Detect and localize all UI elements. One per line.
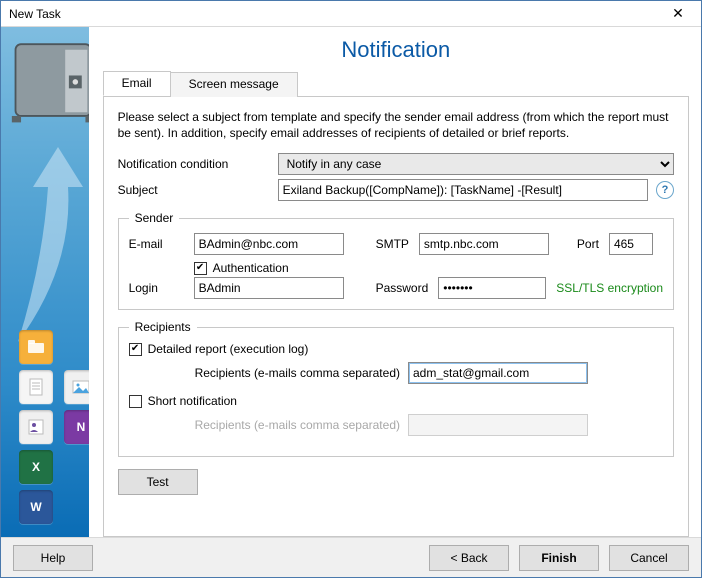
document-icon <box>19 370 53 404</box>
main-panel: Notification Email Screen message Please… <box>89 27 701 537</box>
close-button[interactable]: ✕ <box>655 1 701 26</box>
login-input[interactable] <box>194 277 344 299</box>
condition-label: Notification condition <box>118 157 278 171</box>
sender-fieldset: Sender E-mail SMTP Port ✔ Authentication <box>118 211 674 310</box>
subject-label: Subject <box>118 183 278 197</box>
subject-input[interactable] <box>278 179 648 201</box>
sidebar-icons: N X W <box>15 327 89 527</box>
checkbox-checked-icon: ✔ <box>194 262 207 275</box>
subject-help-icon[interactable]: ? <box>656 181 674 199</box>
dialog-window: New Task ✕ N X W <box>0 0 702 578</box>
auth-checkbox[interactable]: ✔ Authentication <box>194 261 663 275</box>
short-notification-checkbox[interactable]: Short notification <box>129 394 663 408</box>
back-button[interactable]: < Back <box>429 545 509 571</box>
recipients-legend: Recipients <box>129 320 197 334</box>
description-text: Please select a subject from template an… <box>118 109 674 141</box>
detailed-report-label: Detailed report (execution log) <box>148 342 309 356</box>
titlebar: New Task ✕ <box>1 1 701 27</box>
short-recipients-label: Recipients (e-mails comma separated) <box>195 418 400 432</box>
password-label: Password <box>376 281 429 295</box>
login-label: Login <box>129 281 184 295</box>
port-label: Port <box>577 237 599 251</box>
svg-text:W: W <box>30 500 42 514</box>
ssl-indicator: SSL/TLS encryption <box>556 281 663 295</box>
contacts-icon <box>19 410 53 444</box>
swoosh-arrow-icon <box>13 147 89 347</box>
short-notification-label: Short notification <box>148 394 237 408</box>
cancel-button[interactable]: Cancel <box>609 545 689 571</box>
detailed-recipients-input[interactable] <box>408 362 588 384</box>
row-condition: Notification condition Notify in any cas… <box>118 153 674 175</box>
dialog-body: N X W Notification Email Screen message … <box>1 27 701 537</box>
close-icon: ✕ <box>672 5 684 22</box>
smtp-input[interactable] <box>419 233 549 255</box>
tab-panel-email: Please select a subject from template an… <box>103 97 689 537</box>
password-input[interactable] <box>438 277 546 299</box>
smtp-label: SMTP <box>376 237 409 251</box>
folder-network-icon <box>19 330 53 364</box>
tab-email[interactable]: Email <box>103 71 171 96</box>
tabs: Email Screen message <box>103 71 689 97</box>
port-input[interactable] <box>609 233 653 255</box>
excel-icon: X <box>19 450 53 484</box>
help-button[interactable]: Help <box>13 545 93 571</box>
detailed-report-checkbox[interactable]: ✔ Detailed report (execution log) <box>129 342 663 356</box>
short-recipients-input <box>408 414 588 436</box>
checkbox-unchecked-icon <box>129 395 142 408</box>
dialog-footer: Help < Back Finish Cancel <box>1 537 701 577</box>
checkbox-checked-icon: ✔ <box>129 343 142 356</box>
onenote-icon: N <box>64 410 88 444</box>
page-title: Notification <box>103 37 689 63</box>
sidebar-illustration: N X W <box>1 27 89 537</box>
sender-email-label: E-mail <box>129 237 184 251</box>
finish-button[interactable]: Finish <box>519 545 599 571</box>
svg-text:X: X <box>32 460 40 474</box>
safe-icon <box>9 35 89 127</box>
sender-legend: Sender <box>129 211 180 225</box>
detailed-recipients-label: Recipients (e-mails comma separated) <box>195 366 400 380</box>
condition-select[interactable]: Notify in any case <box>278 153 674 175</box>
tab-screen-message[interactable]: Screen message <box>170 72 298 97</box>
sender-email-input[interactable] <box>194 233 344 255</box>
word-icon: W <box>19 490 53 524</box>
recipients-fieldset: Recipients ✔ Detailed report (execution … <box>118 320 674 457</box>
window-title: New Task <box>9 7 61 21</box>
photo-icon <box>64 370 88 404</box>
row-subject: Subject ? <box>118 179 674 201</box>
svg-text:N: N <box>77 420 86 434</box>
test-button[interactable]: Test <box>118 469 198 495</box>
auth-label: Authentication <box>213 261 289 275</box>
